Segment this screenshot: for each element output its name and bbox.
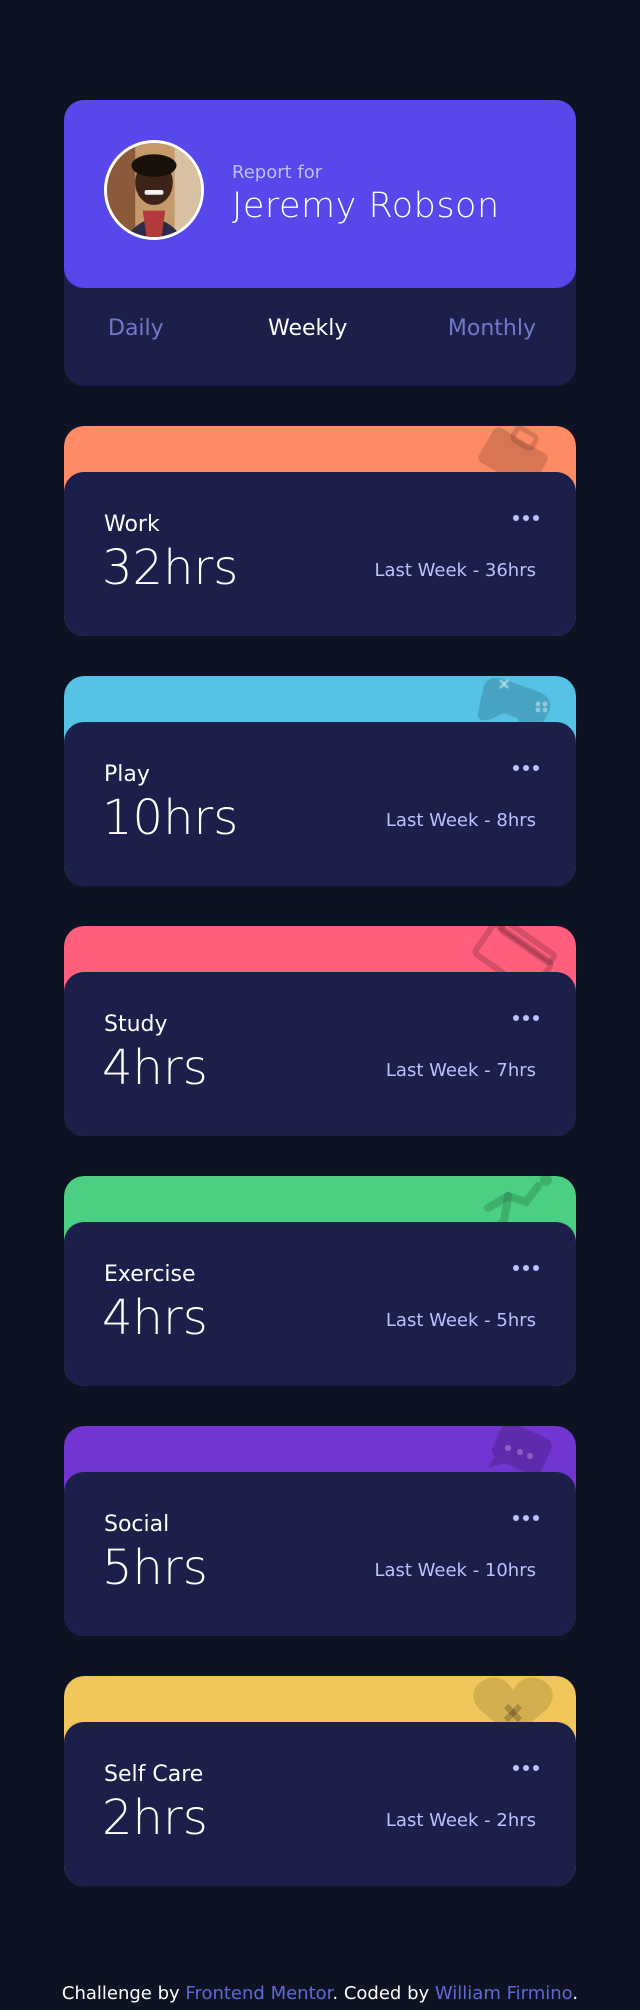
card-hours: 2hrs bbox=[102, 1790, 208, 1846]
card-hours: 5hrs bbox=[102, 1540, 208, 1596]
card-previous: Last Week - 10hrs bbox=[374, 1560, 536, 1581]
activity-card-work: Work 32hrs Last Week - 36hrs bbox=[64, 426, 576, 636]
card-previous: Last Week - 7hrs bbox=[385, 1060, 536, 1081]
card-hours: 32hrs bbox=[102, 540, 239, 596]
profile-card: Report for Jeremy Robson Daily Weekly Mo… bbox=[64, 100, 576, 386]
activity-card-play: Play 10hrs Last Week - 8hrs bbox=[64, 676, 576, 886]
user-avatar bbox=[104, 140, 204, 240]
card-previous: Last Week - 5hrs bbox=[385, 1310, 536, 1331]
card-body[interactable]: Work 32hrs Last Week - 36hrs bbox=[64, 472, 576, 636]
timeframe-tabs: Daily Weekly Monthly bbox=[64, 316, 576, 356]
ellipsis-icon[interactable] bbox=[512, 1510, 540, 1526]
ellipsis-icon[interactable] bbox=[512, 510, 540, 526]
tab-weekly[interactable]: Weekly bbox=[268, 316, 347, 341]
activity-card-social: Social 5hrs Last Week - 10hrs bbox=[64, 1426, 576, 1636]
activity-card-exercise: Exercise 4hrs Last Week - 5hrs bbox=[64, 1176, 576, 1386]
card-previous: Last Week - 2hrs bbox=[385, 1810, 536, 1831]
ellipsis-icon[interactable] bbox=[512, 760, 540, 776]
card-title: Self Care bbox=[104, 1762, 204, 1787]
card-title: Exercise bbox=[104, 1262, 196, 1287]
tab-daily[interactable]: Daily bbox=[108, 316, 164, 341]
card-title: Work bbox=[104, 512, 160, 537]
author-link[interactable]: William Firmino bbox=[435, 1983, 572, 2004]
ellipsis-icon[interactable] bbox=[512, 1010, 540, 1026]
card-title: Play bbox=[104, 762, 150, 787]
card-previous: Last Week - 36hrs bbox=[374, 560, 536, 581]
user-name: Jeremy Robson bbox=[232, 186, 500, 226]
card-title: Social bbox=[104, 1512, 170, 1537]
card-body[interactable]: Social 5hrs Last Week - 10hrs bbox=[64, 1472, 576, 1636]
card-body[interactable]: Self Care 2hrs Last Week - 2hrs bbox=[64, 1722, 576, 1886]
footer-middle: . Coded by bbox=[332, 1983, 435, 2004]
tab-monthly[interactable]: Monthly bbox=[448, 316, 536, 341]
card-hours: 4hrs bbox=[102, 1040, 208, 1096]
footer-suffix: . bbox=[572, 1983, 579, 2004]
activity-card-study: Study 4hrs Last Week - 7hrs bbox=[64, 926, 576, 1136]
card-hours: 10hrs bbox=[102, 790, 239, 846]
profile-header: Report for Jeremy Robson bbox=[64, 100, 576, 288]
ellipsis-icon[interactable] bbox=[512, 1760, 540, 1776]
footer-prefix: Challenge by bbox=[61, 1983, 186, 2004]
card-body[interactable]: Exercise 4hrs Last Week - 5hrs bbox=[64, 1222, 576, 1386]
ellipsis-icon[interactable] bbox=[512, 1260, 540, 1276]
card-body[interactable]: Study 4hrs Last Week - 7hrs bbox=[64, 972, 576, 1136]
card-title: Study bbox=[104, 1012, 168, 1037]
card-hours: 4hrs bbox=[102, 1290, 208, 1346]
frontend-mentor-link[interactable]: Frontend Mentor bbox=[185, 1983, 332, 2004]
report-for-label: Report for bbox=[232, 162, 323, 183]
attribution-footer: Challenge by Frontend Mentor. Coded by W… bbox=[0, 1983, 640, 2004]
dashboard: Report for Jeremy Robson Daily Weekly Mo… bbox=[64, 100, 576, 1886]
card-previous: Last Week - 8hrs bbox=[385, 810, 536, 831]
card-body[interactable]: Play 10hrs Last Week - 8hrs bbox=[64, 722, 576, 886]
activity-card-self-care: Self Care 2hrs Last Week - 2hrs bbox=[64, 1676, 576, 1886]
